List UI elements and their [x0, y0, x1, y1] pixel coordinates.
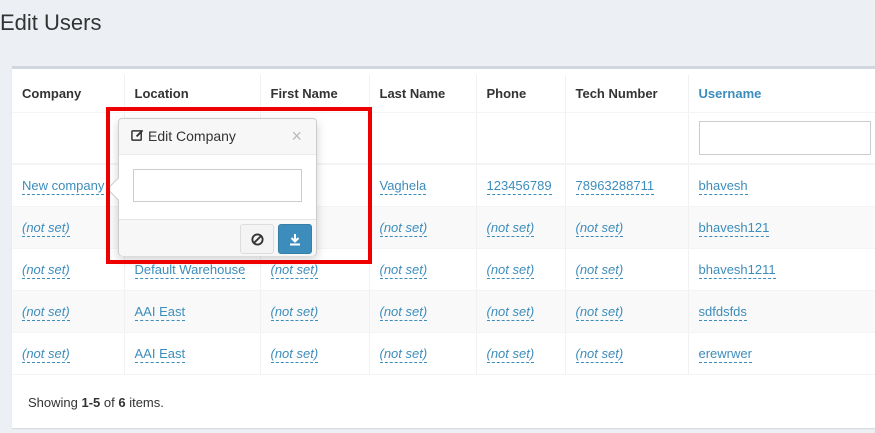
- page-title: Edit Users: [0, 10, 102, 35]
- column-header-location: Location: [123, 75, 260, 113]
- editable-phone[interactable]: (not set): [486, 345, 535, 363]
- popover-body: [119, 155, 316, 219]
- editable-username[interactable]: bhavesh1211: [698, 261, 776, 279]
- editable-company[interactable]: New company: [22, 177, 105, 195]
- edit-company-popover: Edit Company ×: [106, 118, 317, 256]
- close-icon[interactable]: ×: [291, 127, 302, 145]
- popover-header: Edit Company ×: [119, 119, 316, 155]
- editable-tech-number[interactable]: (not set): [575, 219, 624, 237]
- editable-location[interactable]: AAI East: [134, 345, 186, 363]
- company-input[interactable]: [133, 169, 302, 202]
- editable-username[interactable]: bhavesh121: [698, 219, 770, 237]
- editable-tech-number[interactable]: (not set): [575, 261, 624, 279]
- editable-phone[interactable]: (not set): [486, 303, 535, 321]
- table-header-row: Company Location First Name Last Name Phone T…: [12, 75, 875, 113]
- editable-last-name[interactable]: (not set): [379, 219, 428, 237]
- editable-tech-number[interactable]: (not set): [575, 303, 624, 321]
- editable-first-name[interactable]: (not set): [270, 303, 319, 321]
- editable-company[interactable]: (not set): [22, 219, 70, 237]
- editable-username[interactable]: erewrwer: [698, 345, 752, 363]
- editable-company[interactable]: (not set): [22, 345, 70, 363]
- editable-username[interactable]: sdfdsfds: [698, 303, 747, 321]
- editable-last-name[interactable]: (not set): [379, 303, 428, 321]
- popover-title: Edit Company: [148, 128, 236, 144]
- editable-last-name[interactable]: (not set): [379, 261, 428, 279]
- popover-footer: [119, 219, 316, 256]
- editable-last-name[interactable]: (not set): [379, 345, 428, 363]
- pagination-summary: Showing 1-5 of 6 items.: [28, 395, 164, 410]
- editable-first-name[interactable]: (not set): [270, 261, 319, 279]
- editable-phone[interactable]: (not set): [486, 261, 535, 279]
- column-header-last-name: Last Name: [368, 75, 476, 113]
- editable-company[interactable]: (not set): [22, 303, 70, 321]
- editable-location[interactable]: Default Warehouse: [134, 261, 246, 279]
- column-header-company: Company: [12, 75, 124, 113]
- username-filter-input[interactable]: [698, 120, 871, 155]
- editable-last-name[interactable]: Vaghela: [379, 177, 427, 195]
- edit-icon: [131, 129, 144, 141]
- table-row: (not set) AAI East (not set) (not set) (not …: [12, 332, 875, 375]
- cancel-button[interactable]: [240, 224, 274, 254]
- editable-location[interactable]: AAI East: [134, 303, 186, 321]
- editable-phone[interactable]: (not set): [486, 219, 535, 237]
- download-icon: [290, 233, 300, 245]
- editable-first-name[interactable]: (not set): [270, 345, 319, 363]
- column-header-tech-number: Tech Number: [564, 75, 688, 113]
- column-header-phone: Phone: [475, 75, 565, 113]
- editable-phone[interactable]: 123456789: [486, 177, 552, 195]
- editable-tech-number[interactable]: 78963288711: [575, 177, 655, 195]
- column-header-first-name: First Name: [259, 75, 369, 113]
- table-row: (not set) AAI East (not set) (not set) (not …: [12, 290, 875, 333]
- editable-company[interactable]: (not set): [22, 261, 70, 279]
- ban-icon: [250, 232, 264, 246]
- save-button[interactable]: [278, 224, 312, 254]
- editable-tech-number[interactable]: (not set): [575, 345, 624, 363]
- editable-username[interactable]: bhavesh: [698, 177, 748, 195]
- column-header-username[interactable]: Username: [687, 75, 875, 113]
